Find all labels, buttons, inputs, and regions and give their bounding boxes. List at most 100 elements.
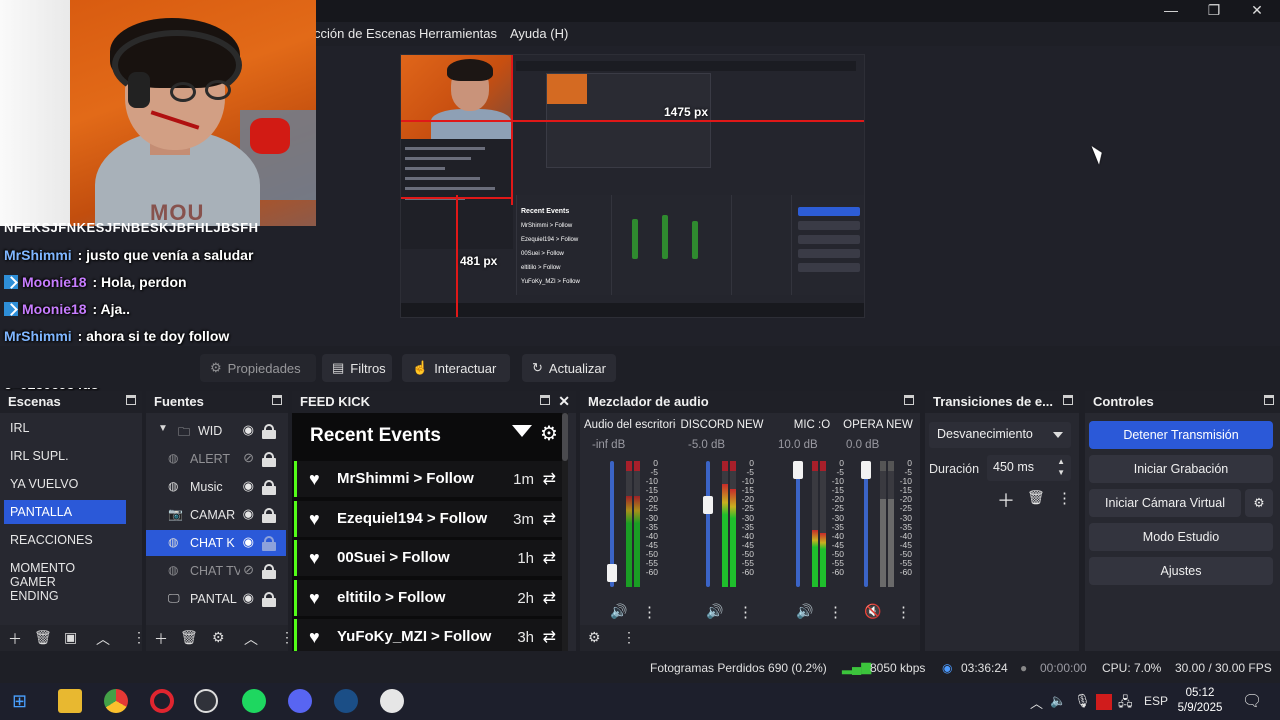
volume-fader-track[interactable] <box>796 461 800 587</box>
stop-streaming-button[interactable]: Detener Transmisión <box>1089 421 1273 449</box>
add-scene-icon[interactable]: ＋ <box>8 629 22 649</box>
language-indicator[interactable]: ESP <box>1144 694 1168 708</box>
filters-button[interactable]: ▤ Filtros <box>322 354 392 382</box>
opera-icon[interactable] <box>150 689 174 713</box>
steam-icon[interactable] <box>334 689 358 713</box>
refresh-button[interactable]: ↻ Actualizar <box>522 354 616 382</box>
spin-up-icon[interactable]: ▲ <box>1057 457 1065 466</box>
obs-icon[interactable] <box>194 689 218 713</box>
source-item[interactable]: ◍ CHAT K ◉ <box>146 530 286 556</box>
more-icon[interactable]: ⋮ <box>622 629 636 646</box>
gear-icon[interactable]: ⚙ <box>540 421 558 446</box>
microphone-icon[interactable]: 🎙 <box>1074 693 1091 709</box>
more-icon[interactable]: ⋮ <box>1057 489 1072 507</box>
source-item[interactable]: ◍ CHAT TV ⊘ <box>146 558 286 584</box>
virtual-camera-settings-button[interactable]: ⚙ <box>1245 489 1273 517</box>
lock-icon[interactable] <box>262 564 276 579</box>
source-item[interactable]: 🖵 PANTAL ◉ <box>146 586 286 612</box>
windows-start-icon[interactable]: ⊞ <box>12 691 27 712</box>
transition-select[interactable]: Desvanecimiento <box>929 422 1071 448</box>
more-icon[interactable]: ⋮ <box>132 629 146 646</box>
chevron-up-icon[interactable]: ︿ <box>1030 693 1043 712</box>
eye-hidden-icon[interactable]: ⊘ <box>243 450 254 466</box>
filter-icon[interactable] <box>512 425 532 437</box>
lock-icon[interactable] <box>262 452 276 467</box>
replay-icon[interactable]: ⇄ <box>543 548 556 568</box>
minimize-button[interactable]: — <box>1156 2 1186 18</box>
file-explorer-icon[interactable] <box>58 689 82 713</box>
eye-icon[interactable]: ◉ <box>243 590 254 606</box>
volume-fader-knob[interactable] <box>607 563 617 582</box>
spin-down-icon[interactable]: ▼ <box>1057 468 1065 477</box>
volume-fader-track[interactable] <box>864 461 868 587</box>
volume-fader-track[interactable] <box>706 461 710 587</box>
undock-icon[interactable] <box>272 395 282 405</box>
move-up-icon[interactable]: ︿ <box>96 629 110 649</box>
properties-button[interactable]: ⚙ Propiedades <box>200 354 316 382</box>
lock-icon[interactable] <box>262 508 276 523</box>
scene-item[interactable]: YA VUELVO <box>4 472 126 496</box>
volume-fader-knob[interactable] <box>703 495 713 514</box>
gear-icon[interactable]: ⚙ <box>588 629 601 646</box>
gear-icon[interactable]: ⚙ <box>212 629 225 646</box>
scene-item[interactable]: ENDING <box>4 584 126 608</box>
start-recording-button[interactable]: Iniciar Grabación <box>1089 455 1273 483</box>
menu-help[interactable]: Ayuda (H) <box>510 26 568 41</box>
more-icon[interactable]: ⋮ <box>738 603 753 621</box>
start-virtual-camera-button[interactable]: Iniciar Cámara Virtual <box>1089 489 1241 517</box>
source-item[interactable]: 📷 CAMAR ◉ <box>146 502 286 528</box>
source-item[interactable]: ◍ ALERT ⊘ <box>146 446 286 472</box>
replay-icon[interactable]: ⇄ <box>543 627 556 647</box>
speaker-muted-icon[interactable]: 🔇 <box>864 603 881 620</box>
speaker-icon[interactable]: 🔊 <box>706 603 723 620</box>
lock-icon[interactable] <box>262 536 276 551</box>
menu-tools[interactable]: Herramientas <box>419 26 497 41</box>
speaker-icon[interactable]: 🔊 <box>610 603 627 620</box>
studio-mode-button[interactable]: Modo Estudio <box>1089 523 1273 551</box>
obs-app-icon[interactable] <box>380 689 404 713</box>
undock-icon[interactable] <box>1264 395 1274 405</box>
more-icon[interactable]: ⋮ <box>642 603 657 621</box>
eye-hidden-icon[interactable]: ⊘ <box>243 562 254 578</box>
lock-icon[interactable] <box>262 592 276 607</box>
close-button[interactable]: ✕ <box>1242 2 1272 19</box>
spotify-icon[interactable] <box>242 689 266 713</box>
undock-icon[interactable] <box>540 395 550 405</box>
maximize-button[interactable]: ❐ <box>1199 2 1229 19</box>
kick-scrollbar[interactable] <box>562 413 568 651</box>
undock-icon[interactable] <box>126 395 136 405</box>
scene-item[interactable]: IRL SUPL. <box>4 444 126 468</box>
notifications-icon[interactable]: 🗨 <box>1242 691 1262 711</box>
volume-fader-knob[interactable] <box>861 461 871 479</box>
lock-icon[interactable] <box>262 424 276 439</box>
scene-filter-icon[interactable]: ▣ <box>64 629 77 646</box>
eye-icon[interactable]: ◉ <box>243 534 254 550</box>
collapse-icon[interactable]: ▼ <box>158 423 168 434</box>
trash-icon[interactable]: 🗑 <box>34 629 52 646</box>
undock-icon[interactable] <box>904 395 914 405</box>
replay-icon[interactable]: ⇄ <box>543 469 556 489</box>
menu-scene-collection[interactable]: cción de Escenas <box>314 26 416 41</box>
app-tray-icon[interactable] <box>1096 694 1112 710</box>
add-transition-icon[interactable]: ＋ <box>997 487 1015 513</box>
replay-icon[interactable]: ⇄ <box>543 588 556 608</box>
program-preview[interactable]: Recent Events MrShimmi > Follow Ezequiel… <box>400 54 865 318</box>
scene-item[interactable]: MOMENTO GAMER <box>4 556 126 589</box>
interact-button[interactable]: ☝ Interactuar <box>402 354 510 382</box>
close-icon[interactable]: ✕ <box>558 393 570 410</box>
speaker-icon[interactable]: 🔊 <box>796 603 813 620</box>
replay-icon[interactable]: ⇄ <box>543 509 556 529</box>
scene-item[interactable]: REACCIONES <box>4 528 126 552</box>
speaker-icon[interactable]: 🔈 <box>1050 693 1066 709</box>
scene-item[interactable]: IRL <box>4 416 126 440</box>
eye-icon[interactable]: ◉ <box>243 422 254 438</box>
move-up-icon[interactable]: ︿ <box>244 629 258 649</box>
source-item[interactable]: ▼ 🗀 WID ◉ <box>146 418 286 444</box>
undock-icon[interactable] <box>1063 395 1073 405</box>
source-item[interactable]: ◍ Music ◉ <box>146 474 286 500</box>
duration-input[interactable]: 450 ms ▲ ▼ <box>987 455 1071 481</box>
clock[interactable]: 05:12 5/9/2025 <box>1172 686 1228 716</box>
network-icon[interactable]: 🖧 <box>1118 693 1133 715</box>
add-source-icon[interactable]: ＋ <box>154 629 168 649</box>
settings-button[interactable]: Ajustes <box>1089 557 1273 585</box>
